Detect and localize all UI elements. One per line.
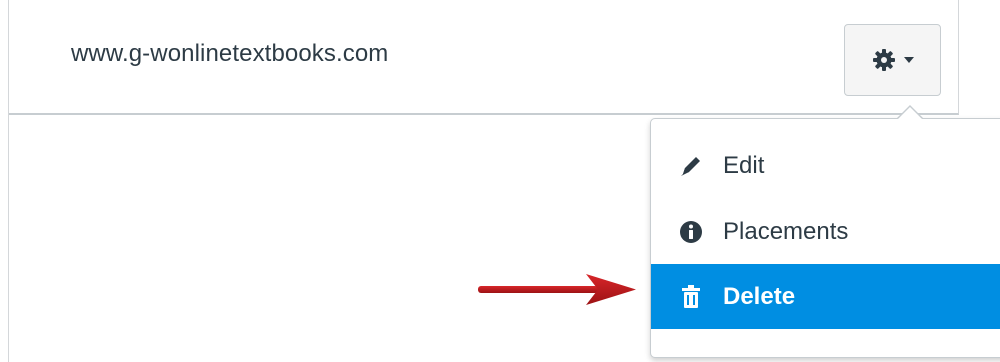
external-tool-panel: www.g-wonlinetextbooks.com Edit Placemen…	[0, 0, 1000, 362]
menu-item-delete[interactable]: Delete	[651, 264, 1000, 329]
menu-item-label: Delete	[723, 282, 796, 310]
settings-menu-button[interactable]	[844, 24, 941, 96]
settings-dropdown-menu: Edit Placements Delete	[650, 118, 1000, 358]
gear-icon	[872, 48, 896, 72]
pencil-icon	[677, 152, 705, 180]
caret-down-icon	[903, 56, 914, 64]
red-arrow-icon	[478, 270, 638, 315]
menu-caret-fill	[898, 107, 922, 119]
tool-domain-text: www.g-wonlinetextbooks.com	[71, 40, 389, 67]
trash-icon	[677, 283, 705, 311]
menu-item-placements[interactable]: Placements	[651, 199, 1000, 264]
external-tool-row: www.g-wonlinetextbooks.com	[9, 0, 959, 115]
menu-item-label: Placements	[723, 217, 849, 245]
menu-item-label: Edit	[723, 151, 765, 179]
info-icon	[677, 218, 705, 246]
menu-item-edit[interactable]: Edit	[651, 133, 1000, 198]
